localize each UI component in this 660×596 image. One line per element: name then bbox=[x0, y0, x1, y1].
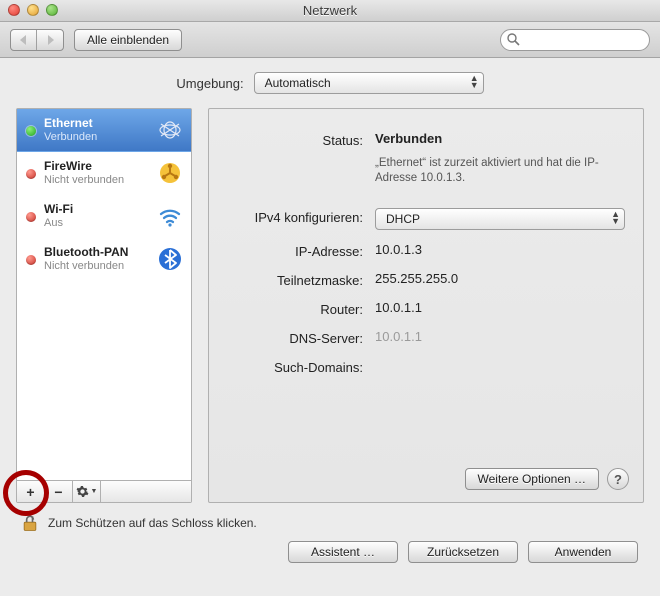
subnet-mask-label: Teilnetzmaske: bbox=[227, 271, 375, 288]
status-dot-red-icon bbox=[26, 212, 36, 222]
window-controls bbox=[8, 4, 58, 16]
close-window-button[interactable] bbox=[8, 4, 20, 16]
service-name: Bluetooth-PAN bbox=[44, 245, 149, 259]
zoom-window-button[interactable] bbox=[46, 4, 58, 16]
ipv4-config-label: IPv4 konfigurieren: bbox=[227, 208, 375, 225]
chevron-left-icon bbox=[19, 35, 28, 45]
dns-server-label: DNS-Server: bbox=[227, 329, 375, 346]
service-status: Nicht verbunden bbox=[44, 259, 149, 273]
dns-server-value: 10.0.1.1 bbox=[375, 329, 625, 344]
bottom-buttons: Assistent … Zurücksetzen Anwenden bbox=[16, 541, 644, 577]
popup-arrows-icon: ▲▼ bbox=[611, 211, 620, 225]
router-value: 10.0.1.1 bbox=[375, 300, 625, 315]
service-name: Wi-Fi bbox=[44, 202, 149, 216]
chevron-right-icon bbox=[46, 35, 55, 45]
popup-arrows-icon: ▲▼ bbox=[470, 75, 479, 89]
bluetooth-icon bbox=[157, 246, 183, 272]
firewire-icon bbox=[157, 160, 183, 186]
status-dot-green-icon bbox=[26, 126, 36, 136]
service-status: Aus bbox=[44, 216, 149, 230]
service-bluetooth-pan[interactable]: Bluetooth-PAN Nicht verbunden bbox=[17, 238, 191, 281]
apply-button[interactable]: Anwenden bbox=[528, 541, 638, 563]
sidebar-footer: + − ▼ bbox=[17, 480, 191, 502]
add-service-button[interactable]: + bbox=[17, 481, 45, 502]
status-label: Status: bbox=[227, 131, 375, 148]
search-domains-label: Such-Domains: bbox=[227, 358, 375, 375]
chevron-down-icon: ▼ bbox=[91, 488, 98, 495]
services-sidebar: Ethernet Verbunden FireWire Nicht verbun… bbox=[16, 108, 192, 503]
service-name: Ethernet bbox=[44, 116, 149, 130]
service-firewire[interactable]: FireWire Nicht verbunden bbox=[17, 152, 191, 195]
window-title: Netzwerk bbox=[303, 3, 357, 18]
status-description: „Ethernet“ ist zurzeit aktiviert und hat… bbox=[375, 156, 625, 186]
environment-row: Umgebung: Automatisch ▲▼ bbox=[16, 72, 644, 94]
toolbar: Alle einblenden bbox=[0, 22, 660, 58]
router-label: Router: bbox=[227, 300, 375, 317]
status-dot-red-icon bbox=[26, 169, 36, 179]
status-dot-red-icon bbox=[26, 255, 36, 265]
assistant-button[interactable]: Assistent … bbox=[288, 541, 398, 563]
search-input[interactable] bbox=[525, 32, 641, 48]
wifi-icon bbox=[157, 203, 183, 229]
gear-icon bbox=[76, 485, 89, 498]
ipv4-config-popup[interactable]: DHCP ▲▼ bbox=[375, 208, 625, 230]
search-field[interactable] bbox=[500, 29, 650, 51]
search-icon bbox=[507, 33, 520, 49]
environment-label: Umgebung: bbox=[176, 76, 243, 91]
service-status: Verbunden bbox=[44, 130, 149, 144]
environment-value: Automatisch bbox=[265, 76, 331, 90]
help-button[interactable]: ? bbox=[607, 468, 629, 490]
subnet-mask-value: 255.255.255.0 bbox=[375, 271, 625, 286]
nav-back-forward bbox=[10, 29, 64, 51]
back-button[interactable] bbox=[11, 30, 37, 50]
minimize-window-button[interactable] bbox=[27, 4, 39, 16]
forward-button[interactable] bbox=[37, 30, 63, 50]
plus-icon: + bbox=[26, 484, 34, 500]
minus-icon: − bbox=[54, 484, 62, 500]
ip-address-label: IP-Adresse: bbox=[227, 242, 375, 259]
remove-service-button[interactable]: − bbox=[45, 481, 73, 502]
ip-address-value: 10.0.1.3 bbox=[375, 242, 625, 257]
lock-text: Zum Schützen auf das Schloss klicken. bbox=[48, 516, 257, 530]
help-icon: ? bbox=[614, 472, 622, 487]
titlebar: Netzwerk bbox=[0, 0, 660, 22]
service-wifi[interactable]: Wi-Fi Aus bbox=[17, 195, 191, 238]
advanced-options-button[interactable]: Weitere Optionen … bbox=[465, 468, 600, 490]
sidebar-footer-spacer bbox=[101, 481, 191, 502]
revert-button[interactable]: Zurücksetzen bbox=[408, 541, 518, 563]
service-status: Nicht verbunden bbox=[44, 173, 149, 187]
status-value: Verbunden bbox=[375, 131, 625, 146]
show-all-button[interactable]: Alle einblenden bbox=[74, 29, 182, 51]
environment-popup[interactable]: Automatisch ▲▼ bbox=[254, 72, 484, 94]
ipv4-config-value: DHCP bbox=[386, 212, 420, 226]
lock-row[interactable]: Zum Schützen auf das Schloss klicken. bbox=[16, 503, 644, 541]
unlocked-lock-icon bbox=[20, 513, 40, 533]
service-actions-button[interactable]: ▼ bbox=[73, 481, 101, 502]
ethernet-icon bbox=[157, 117, 183, 143]
service-name: FireWire bbox=[44, 159, 149, 173]
detail-panel: Status: Verbunden „Ethernet“ ist zurzeit… bbox=[208, 108, 644, 503]
service-ethernet[interactable]: Ethernet Verbunden bbox=[17, 109, 191, 152]
